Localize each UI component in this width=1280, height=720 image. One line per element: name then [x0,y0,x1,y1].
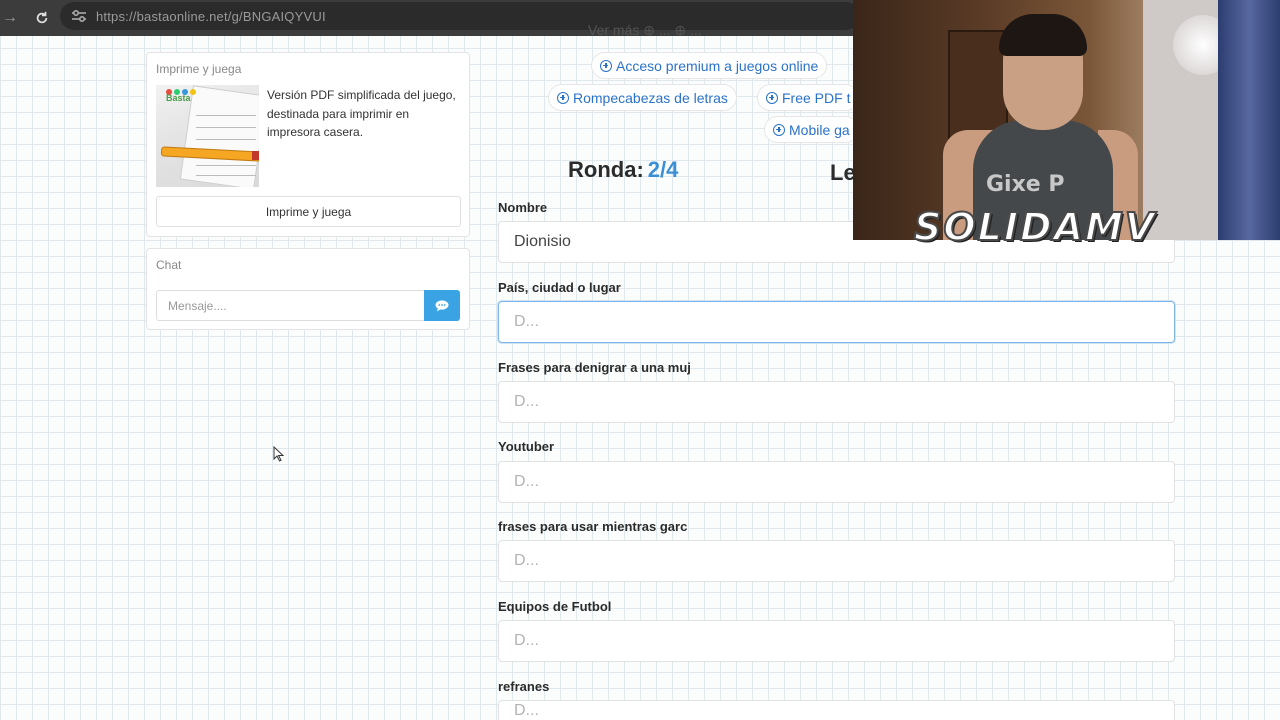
chat-panel-title: Chat [156,258,182,272]
field-label-youtuber: Youtuber [498,439,555,454]
letter-puzzle-link[interactable]: Rompecabezas de letras [548,84,737,111]
premium-access-link[interactable]: Acceso premium a juegos online [591,52,828,79]
paper-sheet [179,85,259,187]
plus-circle-icon [773,123,785,136]
round-indicator: Ronda: 2/4 [568,157,678,183]
youtuber-input[interactable] [498,461,1175,503]
plus-circle-icon [557,91,569,104]
plus-circle-icon [600,59,612,72]
free-pdf-link[interactable]: Free PDF t [757,84,860,111]
field-label-place: País, ciudad o lugar [498,280,621,295]
football-teams-input[interactable] [498,620,1175,662]
partial-links-row: Ver más ⊕ ... ⊕ ... [588,22,702,38]
channel-watermark: SOLIDAMV [913,204,1157,250]
letter-indicator-partial: Le [830,160,856,185]
chat-send-button[interactable] [424,290,460,321]
field-label-name: Nombre [498,200,548,215]
webcam-overlay: Gixe P [853,0,1280,240]
print-thumbnail-image[interactable]: Basta [156,85,259,187]
speech-bubble-icon [435,299,449,311]
chat-panel: Chat [146,248,470,330]
site-settings-icon[interactable] [70,7,88,25]
thumbnail-logo: Basta [166,93,191,103]
back-arrow-icon[interactable]: → [0,8,20,28]
phrases-2-input[interactable] [498,540,1175,582]
phrases-input[interactable] [498,381,1175,423]
round-value: 2/4 [647,157,679,182]
round-label: Ronda: [568,157,644,182]
print-and-play-panel: Imprime y juega Basta Versión PDF simpli… [146,52,470,237]
print-description: Versión PDF simplificada del juego, dest… [267,88,456,139]
sayings-input[interactable] [498,700,1175,720]
plus-circle-icon [766,91,778,104]
reload-icon[interactable] [32,8,52,28]
print-panel-title: Imprime y juega [156,62,242,76]
field-label-phrases-2: frases para usar mientras garc [498,519,688,534]
mobile-games-link[interactable]: Mobile ga [764,116,859,143]
chat-message-input[interactable] [156,290,424,321]
url-text[interactable]: https://bastaonline.net/g/BNGAIQYVUI [96,9,326,24]
print-and-play-button[interactable]: Imprime y juega [156,196,461,227]
field-label-football-teams: Equipos de Futbol [498,599,612,614]
field-label-sayings: refranes [498,679,550,694]
mouse-cursor-icon [273,446,285,462]
field-label-phrases: Frases para denigrar a una muj [498,360,691,375]
place-input[interactable] [498,301,1175,343]
